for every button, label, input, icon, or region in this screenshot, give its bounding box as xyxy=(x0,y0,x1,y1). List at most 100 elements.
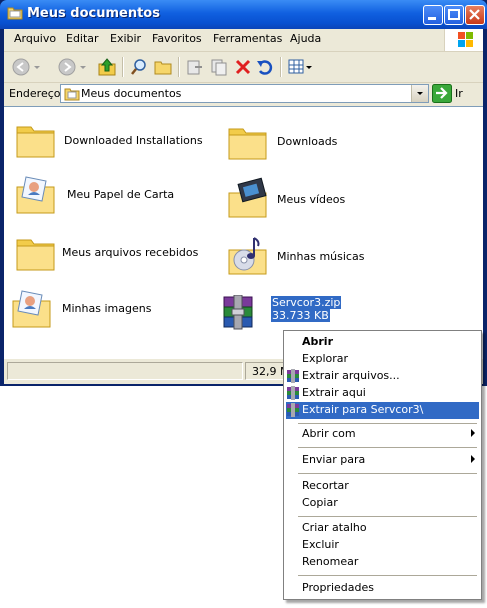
menu-ferramentas[interactable]: Ferramentas xyxy=(213,32,282,45)
menu-item-extrair-para[interactable]: Extrair para Servcor3\ xyxy=(286,402,479,419)
folder-pictures-icon xyxy=(12,290,51,328)
copy-to-icon xyxy=(211,59,227,76)
undo-icon xyxy=(257,60,273,75)
close-button[interactable] xyxy=(465,5,485,25)
file-item[interactable]: Downloads xyxy=(226,121,346,167)
winrar-archive-icon xyxy=(223,295,253,330)
dropdown-arrow-icon xyxy=(80,66,86,69)
minimize-button[interactable] xyxy=(423,5,443,25)
forward-arrow-icon xyxy=(58,58,76,76)
windows-flag-icon xyxy=(458,32,473,47)
toolbar-separator xyxy=(122,57,124,77)
file-name: Servcor3.zip xyxy=(271,296,342,309)
copy-to-button[interactable] xyxy=(208,56,230,78)
views-button[interactable] xyxy=(286,56,314,78)
winrar-icon xyxy=(287,369,299,383)
context-menu: Abrir Explorar Extrair arquivos... Extra… xyxy=(283,330,482,600)
delete-button[interactable] xyxy=(232,56,254,78)
file-item[interactable]: Minhas músicas xyxy=(226,234,366,282)
menu-separator xyxy=(298,473,477,474)
move-to-icon xyxy=(187,60,202,75)
file-name: Meu Papel de Carta xyxy=(67,188,175,201)
folder-open-icon xyxy=(7,7,23,20)
address-bar: Endereço Meus documentos Ir xyxy=(4,83,483,105)
menu-item-excluir[interactable]: Excluir xyxy=(286,537,479,554)
address-label: Endereço xyxy=(9,87,61,100)
maximize-button[interactable] xyxy=(444,5,464,25)
minimize-icon xyxy=(428,17,436,20)
menu-item-abrir-com[interactable]: Abrir com xyxy=(286,426,479,443)
toolbar-separator xyxy=(178,57,180,77)
folder-icon xyxy=(16,126,55,158)
address-value: Meus documentos xyxy=(81,87,182,100)
file-name: Meus vídeos xyxy=(277,193,346,206)
toolbar xyxy=(4,52,483,83)
toolbar-separator xyxy=(280,57,282,77)
menu-arquivo[interactable]: Arquivo xyxy=(14,32,56,45)
search-button[interactable] xyxy=(128,56,150,78)
menu-item-abrir[interactable]: Abrir xyxy=(286,334,479,351)
maximize-icon xyxy=(448,9,460,20)
up-folder-icon xyxy=(98,58,116,76)
file-name: Minhas músicas xyxy=(277,250,365,263)
back-dropdown[interactable] xyxy=(32,56,42,78)
search-icon xyxy=(131,59,146,75)
menu-item-criar-atalho[interactable]: Criar atalho xyxy=(286,520,479,537)
folders-icon xyxy=(154,61,172,75)
folders-button[interactable] xyxy=(152,56,174,78)
address-input[interactable]: Meus documentos xyxy=(60,84,429,103)
file-name: Downloads xyxy=(277,135,338,148)
undo-button[interactable] xyxy=(254,56,276,78)
menu-exibir[interactable]: Exibir xyxy=(110,32,141,45)
file-item-selected[interactable]: Servcor3.zip 33.733 KB xyxy=(218,295,368,335)
menu-item-propriedades[interactable]: Propriedades xyxy=(286,580,479,597)
up-folder-button[interactable] xyxy=(96,56,118,78)
file-item[interactable]: Meu Papel de Carta xyxy=(14,173,204,221)
menu-ajuda[interactable]: Ajuda xyxy=(290,32,321,45)
my-documents-icon xyxy=(64,88,80,101)
file-item[interactable]: Meus arquivos recebidos xyxy=(14,232,214,278)
menu-item-extrair-aqui[interactable]: Extrair aqui xyxy=(286,385,479,402)
menu-item-explorar[interactable]: Explorar xyxy=(286,351,479,368)
file-item[interactable]: Downloaded Installations xyxy=(14,119,204,165)
forward-dropdown[interactable] xyxy=(78,56,88,78)
go-button[interactable] xyxy=(432,84,452,103)
folder-icon xyxy=(16,239,55,271)
folder-stationery-icon xyxy=(16,176,55,214)
views-grid-icon xyxy=(288,59,312,74)
title-bar[interactable]: Meus documentos xyxy=(0,0,487,29)
menu-item-recortar[interactable]: Recortar xyxy=(286,478,479,495)
menu-editar[interactable]: Editar xyxy=(66,32,99,45)
winrar-icon xyxy=(287,386,299,400)
folder-icon xyxy=(228,128,267,160)
address-dropdown-button[interactable] xyxy=(411,85,428,102)
file-list-pane[interactable]: Downloaded Installations Downloads Meu P… xyxy=(4,106,483,359)
menu-separator xyxy=(298,423,477,424)
menu-item-copiar[interactable]: Copiar xyxy=(286,495,479,512)
winrar-icon xyxy=(287,403,299,417)
back-button[interactable] xyxy=(10,56,32,78)
menu-separator xyxy=(298,575,477,576)
menu-item-enviar-para[interactable]: Enviar para xyxy=(286,452,479,469)
menu-item-extrair-arquivos[interactable]: Extrair arquivos... xyxy=(286,368,479,385)
menu-item-renomear[interactable]: Renomear xyxy=(286,554,479,571)
close-icon xyxy=(469,9,480,20)
menu-favoritos[interactable]: Favoritos xyxy=(152,32,202,45)
file-item[interactable]: Minhas imagens xyxy=(10,287,190,335)
file-name: Minhas imagens xyxy=(62,302,152,315)
chevron-down-icon xyxy=(417,92,423,95)
forward-button[interactable] xyxy=(56,56,78,78)
windows-logo xyxy=(444,29,483,51)
submenu-arrow-icon xyxy=(471,455,475,463)
go-arrow-icon xyxy=(432,84,452,103)
menu-separator xyxy=(298,516,477,517)
status-cell-left xyxy=(7,362,243,380)
window-title: Meus documentos xyxy=(27,6,160,21)
folder-videos-icon xyxy=(228,177,267,218)
move-to-button[interactable] xyxy=(184,56,206,78)
back-arrow-icon xyxy=(12,58,30,76)
file-size: 33.733 KB xyxy=(271,309,330,322)
file-item[interactable]: Meus vídeos xyxy=(226,177,356,225)
go-label[interactable]: Ir xyxy=(455,87,463,100)
delete-x-icon xyxy=(235,59,251,75)
